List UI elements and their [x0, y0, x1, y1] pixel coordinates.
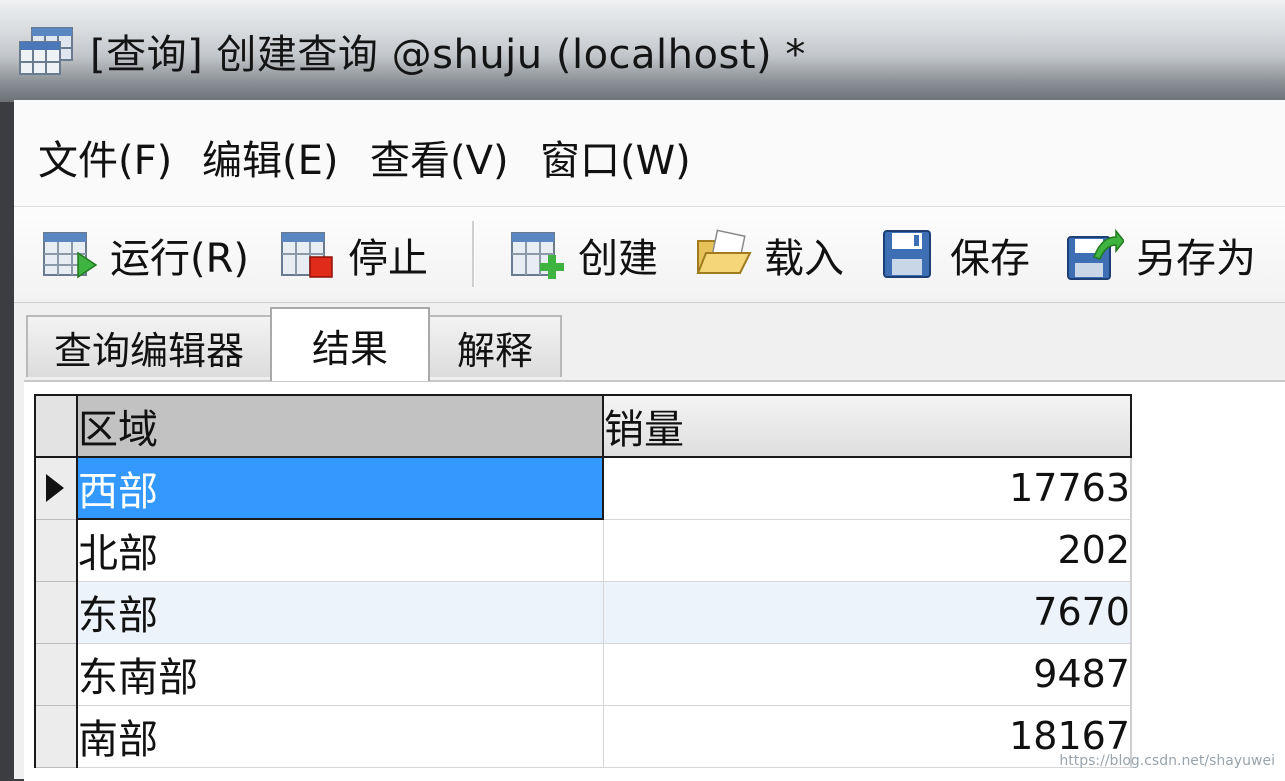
cell-sales[interactable]: 202 — [602, 518, 1132, 582]
toolbar: 运行(R) 停止 创建 载入 保存 另存为 — [14, 207, 1285, 303]
cell-region[interactable]: 西部 — [76, 456, 604, 520]
menu-window[interactable]: 窗口(W) — [540, 128, 691, 186]
query-window: 文件(F) 编辑(E) 查看(V) 窗口(W) 运行(R) 停止 创建 载入 保… — [14, 100, 1285, 781]
table-row[interactable]: 南部 18167 — [34, 704, 1132, 768]
create-query-icon — [511, 232, 564, 279]
save-label: 保存 — [950, 236, 1030, 282]
watermark: https://blog.csdn.net/shayuwei — [1059, 753, 1275, 769]
title-bar: [查询] 创建查询 @shuju (localhost) * — [0, 0, 1285, 102]
table-query-icon — [18, 26, 74, 82]
load-label: 载入 — [764, 236, 844, 282]
create-button[interactable]: 创建 — [508, 227, 658, 283]
cell-sales[interactable]: 7670 — [602, 580, 1132, 644]
stop-icon — [281, 232, 333, 278]
create-label: 创建 — [578, 236, 658, 282]
row-header[interactable] — [34, 642, 78, 706]
window-title: [查询] 创建查询 @shuju (localhost) * — [90, 32, 806, 78]
save-button[interactable]: 保存 — [880, 227, 1030, 283]
column-header-sales[interactable]: 销量 — [602, 394, 1132, 458]
tab-query-editor[interactable]: 查询编辑器 — [26, 315, 272, 377]
tab-strip: 查询编辑器 结果 解释 — [14, 303, 1285, 381]
stop-button[interactable]: 停止 — [278, 227, 428, 283]
save-as-icon — [1067, 228, 1124, 280]
cell-region[interactable]: 南部 — [76, 704, 604, 768]
row-header[interactable] — [34, 580, 78, 644]
row-header[interactable] — [34, 456, 78, 520]
tab-results[interactable]: 结果 — [270, 307, 430, 381]
open-folder-icon — [696, 229, 752, 274]
cell-sales[interactable]: 18167 — [602, 704, 1132, 768]
load-button[interactable]: 载入 — [694, 227, 844, 283]
run-icon — [43, 232, 98, 279]
results-grid-pane: 区域 销量 西部 17763 北部 202 东部 7670 东南部 9487 南… — [24, 380, 1285, 781]
table-row[interactable]: 北部 202 — [34, 518, 1132, 582]
stop-label: 停止 — [348, 236, 428, 282]
save-as-label: 另存为 — [1136, 236, 1256, 282]
cell-sales[interactable]: 17763 — [602, 456, 1132, 520]
menu-file[interactable]: 文件(F) — [38, 128, 172, 186]
cell-sales[interactable]: 9487 — [602, 642, 1132, 706]
table-row[interactable]: 西部 17763 — [34, 456, 1132, 520]
run-label: 运行(R) — [110, 236, 250, 282]
menu-view[interactable]: 查看(V) — [370, 128, 509, 186]
column-header-region[interactable]: 区域 — [76, 394, 604, 458]
table-row[interactable]: 东部 7670 — [34, 580, 1132, 644]
row-header[interactable] — [34, 704, 78, 768]
cell-region[interactable]: 东部 — [76, 580, 604, 644]
floppy-disk-icon — [883, 230, 931, 278]
grid-corner[interactable] — [34, 394, 78, 458]
toolbar-separator — [472, 221, 475, 287]
current-row-arrow-icon — [46, 474, 64, 502]
run-button[interactable]: 运行(R) — [40, 227, 249, 283]
menu-bar: 文件(F) 编辑(E) 查看(V) 窗口(W) — [14, 100, 1285, 207]
menu-edit[interactable]: 编辑(E) — [202, 128, 338, 186]
table-row[interactable]: 东南部 9487 — [34, 642, 1132, 706]
cell-region[interactable]: 北部 — [76, 518, 604, 582]
save-as-button[interactable]: 另存为 — [1064, 227, 1256, 283]
cell-region[interactable]: 东南部 — [76, 642, 604, 706]
results-table: 区域 销量 西部 17763 北部 202 东部 7670 东南部 9487 南… — [34, 394, 1132, 768]
tab-explain[interactable]: 解释 — [428, 315, 562, 377]
row-header[interactable] — [34, 518, 78, 582]
